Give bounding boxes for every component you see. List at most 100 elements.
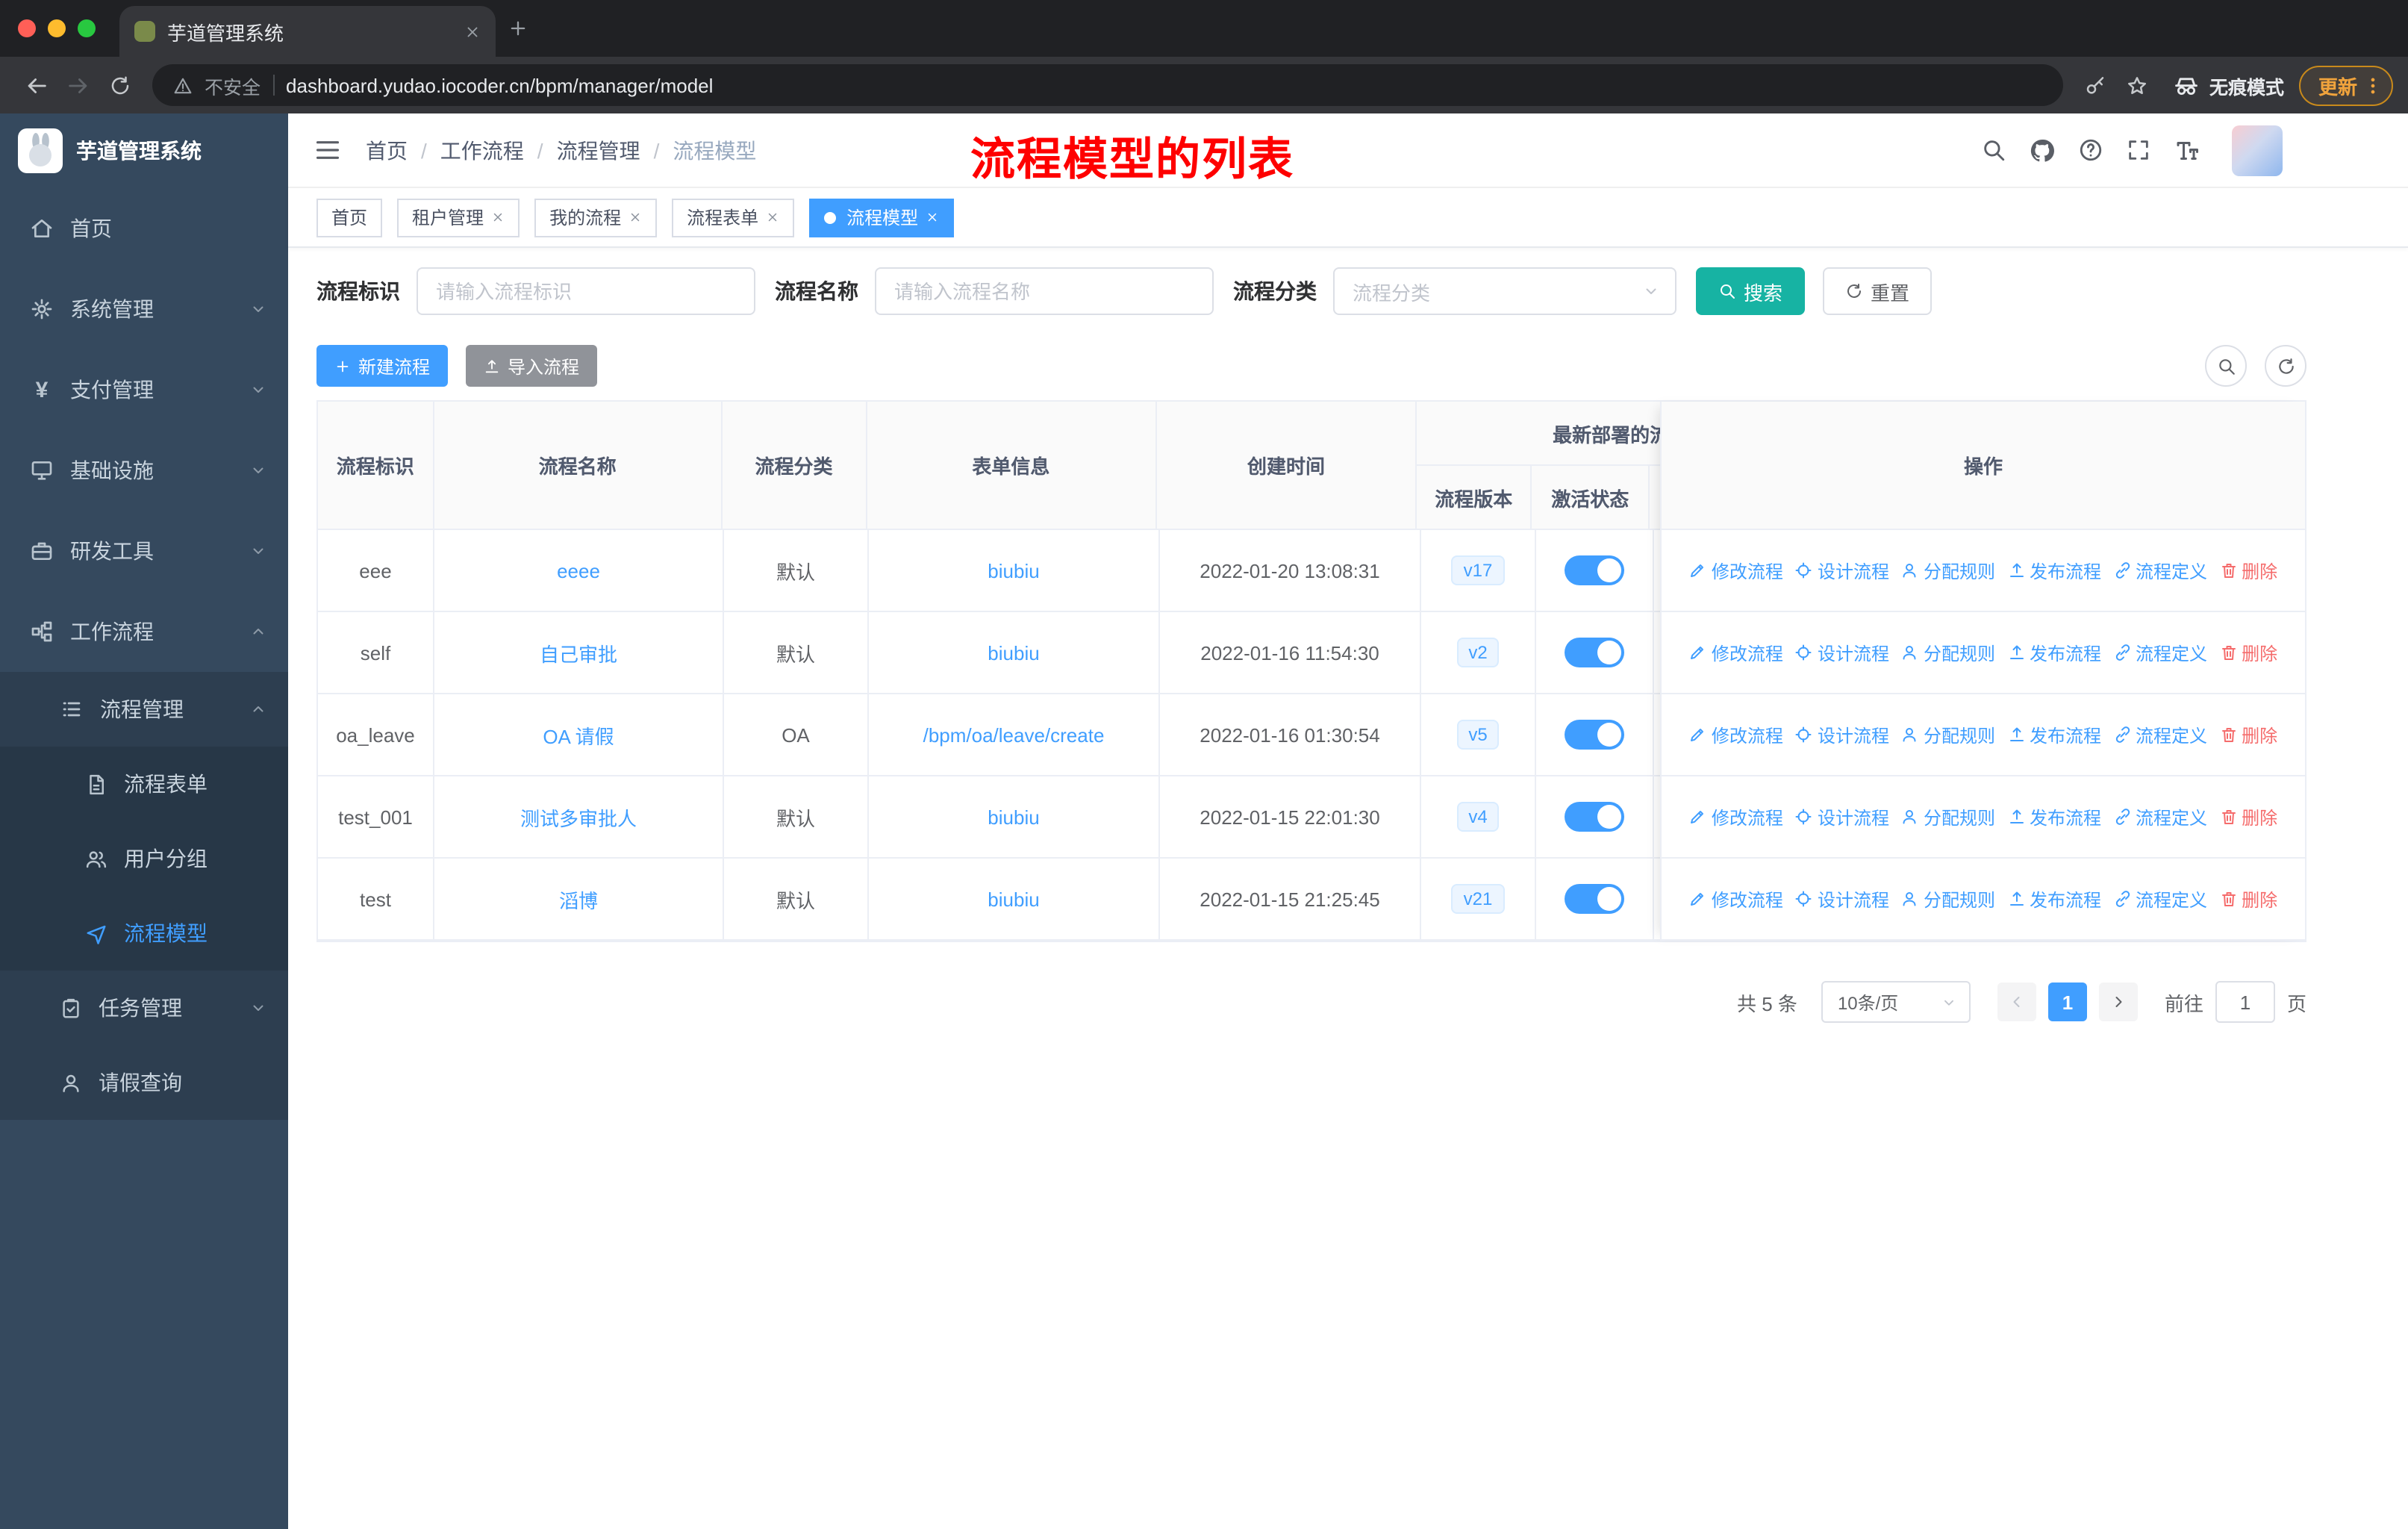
modify-process-link[interactable]: 修改流程: [1689, 558, 1783, 583]
sidebar-item-devtools[interactable]: 研发工具: [0, 511, 288, 591]
sidebar-item-process-mgmt[interactable]: 流程管理: [0, 672, 288, 747]
process-name-link[interactable]: eeee: [557, 559, 600, 582]
assign-rule-link[interactable]: 分配规则: [1901, 886, 1995, 912]
process-name-link[interactable]: 滔博: [559, 885, 598, 913]
process-name-link[interactable]: 自己审批: [540, 638, 617, 667]
form-info-link[interactable]: biubiu: [988, 641, 1039, 664]
process-definition-link[interactable]: 流程定义: [2113, 640, 2207, 665]
sidebar-item-leave-query[interactable]: 请假查询: [0, 1045, 288, 1120]
forward-button[interactable]: [57, 64, 99, 106]
font-size-icon[interactable]: [2174, 137, 2200, 164]
prev-page-button[interactable]: [1997, 983, 2036, 1021]
process-category-select[interactable]: 流程分类: [1333, 267, 1676, 315]
tag-process-form[interactable]: 流程表单: [672, 198, 795, 237]
assign-rule-link[interactable]: 分配规则: [1901, 558, 1995, 583]
goto-page-input[interactable]: [2215, 981, 2275, 1023]
sidebar-item-task-mgmt[interactable]: 任务管理: [0, 971, 288, 1045]
collapse-sidebar-icon[interactable]: [288, 113, 366, 187]
password-key-icon[interactable]: [2075, 64, 2117, 106]
sidebar-item-process-model[interactable]: 流程模型: [0, 896, 288, 971]
design-process-link[interactable]: 设计流程: [1795, 886, 1889, 912]
user-avatar[interactable]: [2232, 125, 2283, 175]
sidebar-item-home[interactable]: 首页: [0, 188, 288, 269]
modify-process-link[interactable]: 修改流程: [1689, 722, 1783, 747]
tab-close-icon[interactable]: [464, 23, 481, 40]
active-toggle[interactable]: [1565, 720, 1624, 750]
assign-rule-link[interactable]: 分配规则: [1901, 640, 1995, 665]
import-process-button[interactable]: 导入流程: [466, 345, 598, 387]
bookmark-star-icon[interactable]: [2117, 64, 2159, 106]
fullscreen-icon[interactable]: [2126, 137, 2151, 163]
close-icon[interactable]: [766, 211, 779, 224]
reload-button[interactable]: [99, 64, 140, 106]
active-toggle[interactable]: [1565, 802, 1624, 832]
process-name-link[interactable]: OA 请假: [543, 720, 614, 749]
not-secure-label[interactable]: 不安全: [205, 71, 261, 99]
toggle-search-button[interactable]: [2205, 345, 2247, 387]
publish-process-link[interactable]: 发布流程: [2007, 886, 2101, 912]
modify-process-link[interactable]: 修改流程: [1689, 640, 1783, 665]
back-button[interactable]: [15, 64, 57, 106]
breadcrumb-home[interactable]: 首页: [366, 135, 408, 165]
publish-process-link[interactable]: 发布流程: [2007, 804, 2101, 829]
design-process-link[interactable]: 设计流程: [1795, 640, 1889, 665]
search-button[interactable]: 搜索: [1696, 267, 1806, 315]
design-process-link[interactable]: 设计流程: [1795, 722, 1889, 747]
delete-link[interactable]: 删除: [2219, 804, 2277, 829]
publish-process-link[interactable]: 发布流程: [2007, 722, 2101, 747]
tag-process-model[interactable]: 流程模型: [809, 198, 955, 237]
close-icon[interactable]: [491, 211, 505, 224]
publish-process-link[interactable]: 发布流程: [2007, 640, 2101, 665]
browser-update-button[interactable]: 更新: [2298, 65, 2393, 105]
sidebar-item-user-group[interactable]: 用户分组: [0, 821, 288, 896]
modify-process-link[interactable]: 修改流程: [1689, 886, 1783, 912]
sidebar-item-system[interactable]: 系统管理: [0, 269, 288, 349]
address-bar[interactable]: 不安全 dashboard.yudao.iocoder.cn/bpm/manag…: [152, 64, 2063, 106]
process-definition-link[interactable]: 流程定义: [2113, 804, 2207, 829]
sidebar-item-process-form[interactable]: 流程表单: [0, 747, 288, 821]
github-icon[interactable]: [2029, 137, 2056, 164]
sidebar-item-infra[interactable]: 基础设施: [0, 430, 288, 511]
page-size-select[interactable]: 10条/页: [1821, 981, 1971, 1023]
page-number-button[interactable]: 1: [2047, 983, 2087, 1021]
process-definition-link[interactable]: 流程定义: [2113, 886, 2207, 912]
help-icon[interactable]: [2078, 137, 2103, 163]
delete-link[interactable]: 删除: [2219, 886, 2277, 912]
browser-tab[interactable]: 芋道管理系统: [119, 6, 496, 57]
active-toggle[interactable]: [1565, 638, 1624, 667]
form-info-link[interactable]: biubiu: [988, 559, 1039, 582]
assign-rule-link[interactable]: 分配规则: [1901, 722, 1995, 747]
active-toggle[interactable]: [1565, 884, 1624, 914]
form-info-link[interactable]: biubiu: [988, 806, 1039, 828]
sidebar-item-payment[interactable]: ¥ 支付管理: [0, 349, 288, 430]
delete-link[interactable]: 删除: [2219, 558, 2277, 583]
process-definition-link[interactable]: 流程定义: [2113, 722, 2207, 747]
publish-process-link[interactable]: 发布流程: [2007, 558, 2101, 583]
process-key-input[interactable]: [417, 267, 755, 315]
reset-button[interactable]: 重置: [1823, 267, 1933, 315]
assign-rule-link[interactable]: 分配规则: [1901, 804, 1995, 829]
active-toggle[interactable]: [1565, 555, 1624, 585]
tag-tenant[interactable]: 租户管理: [397, 198, 520, 237]
modify-process-link[interactable]: 修改流程: [1689, 804, 1783, 829]
form-info-link[interactable]: /bpm/oa/leave/create: [923, 723, 1105, 746]
delete-link[interactable]: 删除: [2219, 722, 2277, 747]
search-icon[interactable]: [1981, 137, 2006, 163]
minimize-window-button[interactable]: [48, 19, 66, 37]
next-page-button[interactable]: [2098, 983, 2138, 1021]
process-definition-link[interactable]: 流程定义: [2113, 558, 2207, 583]
tag-home[interactable]: 首页: [316, 198, 383, 237]
process-name-input[interactable]: [875, 267, 1214, 315]
close-icon[interactable]: [628, 211, 642, 224]
delete-link[interactable]: 删除: [2219, 640, 2277, 665]
form-info-link[interactable]: biubiu: [988, 888, 1039, 910]
design-process-link[interactable]: 设计流程: [1795, 558, 1889, 583]
close-window-button[interactable]: [18, 19, 36, 37]
close-icon[interactable]: [926, 211, 939, 224]
refresh-table-button[interactable]: [2265, 345, 2306, 387]
sidebar-item-workflow[interactable]: 工作流程: [0, 591, 288, 672]
zoom-window-button[interactable]: [78, 19, 96, 37]
new-tab-button[interactable]: [496, 6, 540, 51]
create-process-button[interactable]: 新建流程: [316, 345, 449, 387]
design-process-link[interactable]: 设计流程: [1795, 804, 1889, 829]
